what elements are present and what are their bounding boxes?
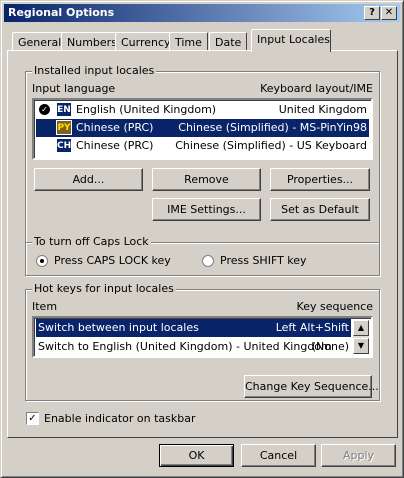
hotkeys-list[interactable]: Switch between input locales Left Alt+Sh… <box>32 316 373 358</box>
set-default-button-label: Set as Default <box>281 203 359 216</box>
title-bar[interactable]: Regional Options ? ✕ <box>4 4 400 22</box>
ok-button[interactable]: OK <box>159 444 234 467</box>
col-input-language: Input language <box>32 82 116 95</box>
add-button[interactable]: Add... <box>34 168 143 191</box>
hotkey-item: Switch to English (United Kingdom) - Uni… <box>38 340 332 353</box>
caps-lock-option-label[interactable]: Press CAPS LOCK key <box>54 254 171 267</box>
window-title: Regional Options <box>8 6 115 19</box>
hotkey-sequence: Left Alt+Shift <box>275 321 349 334</box>
ime-settings-button[interactable]: IME Settings... <box>152 198 261 221</box>
tab-time[interactable]: Time <box>169 32 208 52</box>
ok-button-label: OK <box>188 449 205 462</box>
list-item[interactable]: Switch to English (United Kingdom) - Uni… <box>36 338 351 356</box>
locale-language: English (United Kingdom) <box>76 103 217 116</box>
locale-layout: United Kingdom <box>278 103 367 116</box>
list-item[interactable]: PY Chinese (PRC) Chinese (Simplified) - … <box>36 119 369 137</box>
tab-currency[interactable]: Currency <box>115 32 177 52</box>
caps-lock-radio[interactable] <box>36 255 48 267</box>
installed-locales-label: Installed input locales <box>32 64 157 77</box>
locale-en-icon: EN <box>56 102 72 117</box>
shift-option-label[interactable]: Press SHIFT key <box>220 254 307 267</box>
col-item: Item <box>32 300 58 313</box>
caps-lock-label: To turn off Caps Lock <box>32 235 151 248</box>
locales-list[interactable]: ✓ EN English (United Kingdom) United Kin… <box>32 98 373 160</box>
list-item[interactable]: CH Chinese (PRC) Chinese (Simplified) - … <box>36 137 369 155</box>
shift-radio[interactable] <box>202 255 214 267</box>
help-button[interactable]: ? <box>364 6 380 20</box>
tab-input-locales[interactable]: Input Locales <box>251 29 331 52</box>
hotkey-sequence: (None) <box>311 340 349 353</box>
tab-general[interactable]: General <box>12 32 68 52</box>
properties-button[interactable]: Properties... <box>270 168 370 191</box>
tab-numbers[interactable]: Numbers <box>61 32 123 52</box>
tab-panel: Installed input locales Input language K… <box>7 50 398 438</box>
dialog-window: Regional Options ? ✕ General Numbers Cur… <box>0 0 404 478</box>
locale-language: Chinese (PRC) <box>76 139 154 152</box>
locale-layout: Chinese (Simplified) - MS-PinYin98 <box>178 121 367 134</box>
cancel-button[interactable]: Cancel <box>241 444 316 467</box>
locale-ch-icon: CH <box>56 138 72 153</box>
list-item[interactable]: Switch between input locales Left Alt+Sh… <box>36 319 351 337</box>
change-key-sequence-button[interactable]: Change Key Sequence... <box>244 375 379 398</box>
apply-button[interactable]: Apply <box>321 444 396 467</box>
change-key-sequence-label: Change Key Sequence... <box>245 380 379 393</box>
cancel-button-label: Cancel <box>259 449 298 462</box>
indicator-checkbox[interactable]: ✓ <box>26 412 39 425</box>
tab-date[interactable]: Date <box>209 32 248 52</box>
apply-button-label: Apply <box>342 449 375 462</box>
hotkeys-group: Hot keys for input locales Item Key sequ… <box>25 282 380 401</box>
locale-pinyin-icon: PY <box>56 120 72 135</box>
ime-settings-button-label: IME Settings... <box>167 203 246 216</box>
properties-button-label: Properties... <box>286 173 354 186</box>
hotkeys-label: Hot keys for input locales <box>32 282 176 295</box>
col-key-sequence: Key sequence <box>296 300 373 313</box>
caps-lock-group: To turn off Caps Lock Press CAPS LOCK ke… <box>25 235 380 276</box>
scroll-up-icon[interactable]: ▲ <box>353 320 369 336</box>
indicator-label[interactable]: Enable indicator on taskbar <box>44 412 195 425</box>
set-default-button[interactable]: Set as Default <box>270 198 370 221</box>
remove-button[interactable]: Remove <box>152 168 261 191</box>
list-item[interactable]: ✓ EN English (United Kingdom) United Kin… <box>36 101 369 119</box>
locale-layout: Chinese (Simplified) - US Keyboard <box>175 139 367 152</box>
locale-language: Chinese (PRC) <box>76 121 154 134</box>
col-keyboard-layout: Keyboard layout/IME <box>260 82 373 95</box>
remove-button-label: Remove <box>184 173 229 186</box>
close-button[interactable]: ✕ <box>381 6 397 20</box>
add-button-label: Add... <box>72 173 105 186</box>
scroll-down-icon[interactable]: ▼ <box>353 338 369 354</box>
hotkeys-scrollbar[interactable]: ▲ ▼ <box>353 320 369 354</box>
default-check-icon: ✓ <box>39 104 50 115</box>
hotkey-item: Switch between input locales <box>38 321 199 334</box>
